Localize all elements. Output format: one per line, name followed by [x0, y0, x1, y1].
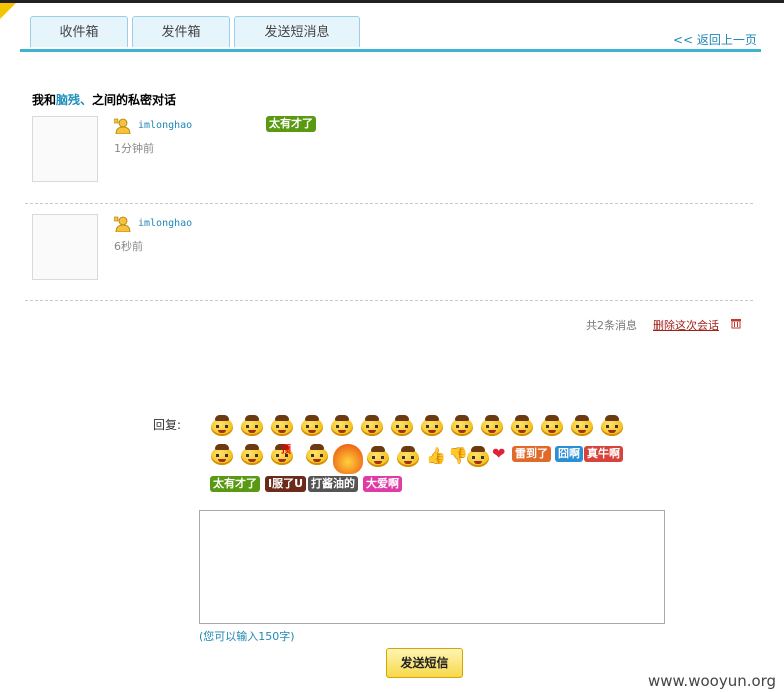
emoticon-icon[interactable]	[240, 415, 264, 437]
title-username[interactable]: 脑残、	[56, 93, 92, 107]
sticker-daai[interactable]: 大爱啊	[363, 476, 402, 492]
avatar[interactable]	[32, 116, 98, 182]
emoticon-icon[interactable]	[360, 415, 384, 437]
emoticon-icon[interactable]	[466, 446, 490, 468]
emoticon-icon[interactable]	[600, 415, 624, 437]
user-icon	[114, 216, 131, 232]
emoticon-icon[interactable]	[420, 415, 444, 437]
fire-emoticon-icon[interactable]	[333, 444, 363, 474]
tab-inbox[interactable]: 收件箱	[30, 16, 128, 47]
page-title: 我和脑残、之间的私密对话	[32, 91, 176, 108]
message-time: 6秒前	[114, 240, 143, 253]
emoticon-icon[interactable]	[390, 415, 414, 437]
emoticon-icon[interactable]	[240, 444, 264, 466]
emoticon-icon[interactable]	[396, 446, 420, 468]
message-divider	[25, 300, 753, 301]
sticker-zhenniu[interactable]: 真牛啊	[584, 446, 623, 462]
trash-icon[interactable]	[730, 317, 742, 329]
avatar[interactable]	[32, 214, 98, 280]
emoticon-icon[interactable]	[450, 415, 474, 437]
tab-outbox[interactable]: 发件箱	[132, 16, 230, 47]
message-divider	[25, 203, 753, 204]
emoticon-icon[interactable]	[570, 415, 594, 437]
heart-icon[interactable]: ❤	[492, 444, 505, 463]
delete-conversation-link[interactable]: 删除这次会话	[653, 317, 719, 333]
watermark: www.wooyun.org	[648, 672, 777, 690]
sticker-jiong[interactable]: 囧啊	[555, 446, 583, 462]
thumbs-up-icon[interactable]: 👍	[426, 446, 446, 465]
emoticon-icon[interactable]	[305, 444, 329, 466]
corner-decoration	[0, 3, 16, 19]
sticker-ding[interactable]: 顶	[281, 444, 291, 458]
reply-label: 回复:	[153, 418, 182, 432]
title-suffix: 之间的私密对话	[92, 93, 177, 107]
thumbs-down-icon[interactable]: 👎	[448, 446, 468, 465]
emoticon-icon[interactable]	[210, 444, 234, 466]
sticker-ifule[interactable]: I服了U	[265, 476, 307, 492]
emoticon-icon[interactable]	[540, 415, 564, 437]
send-button[interactable]: 发送短信	[386, 648, 463, 678]
sticker-leidao[interactable]: 雷到了	[512, 446, 551, 462]
message-sticker: 太有才了	[266, 116, 316, 132]
sticker-dajiangyou[interactable]: 打酱油的	[308, 476, 358, 492]
emoticon-icon[interactable]	[510, 415, 534, 437]
tab-send-message[interactable]: 发送短消息	[234, 16, 360, 47]
emoticon-icon[interactable]	[480, 415, 504, 437]
message-username[interactable]: imlonghao	[138, 120, 192, 131]
emoticon-icon[interactable]	[330, 415, 354, 437]
user-icon	[114, 118, 131, 134]
back-link[interactable]: << 返回上一页	[673, 31, 757, 48]
message-username[interactable]: imlonghao	[138, 218, 192, 229]
emoticon-icon[interactable]	[366, 446, 390, 468]
message-time: 1分钟前	[114, 142, 154, 155]
emoticon-icon[interactable]	[300, 415, 324, 437]
title-prefix: 我和	[32, 93, 57, 107]
tab-underline	[20, 49, 761, 52]
char-limit-hint: (您可以输入150字)	[199, 630, 295, 643]
reply-textarea[interactable]	[199, 510, 665, 624]
message-count: 共2条消息	[586, 319, 637, 332]
emoticon-icon[interactable]	[210, 415, 234, 437]
top-border	[0, 0, 784, 3]
emoticon-icon[interactable]	[270, 415, 294, 437]
sticker-taiyoucai[interactable]: 太有才了	[210, 476, 260, 492]
